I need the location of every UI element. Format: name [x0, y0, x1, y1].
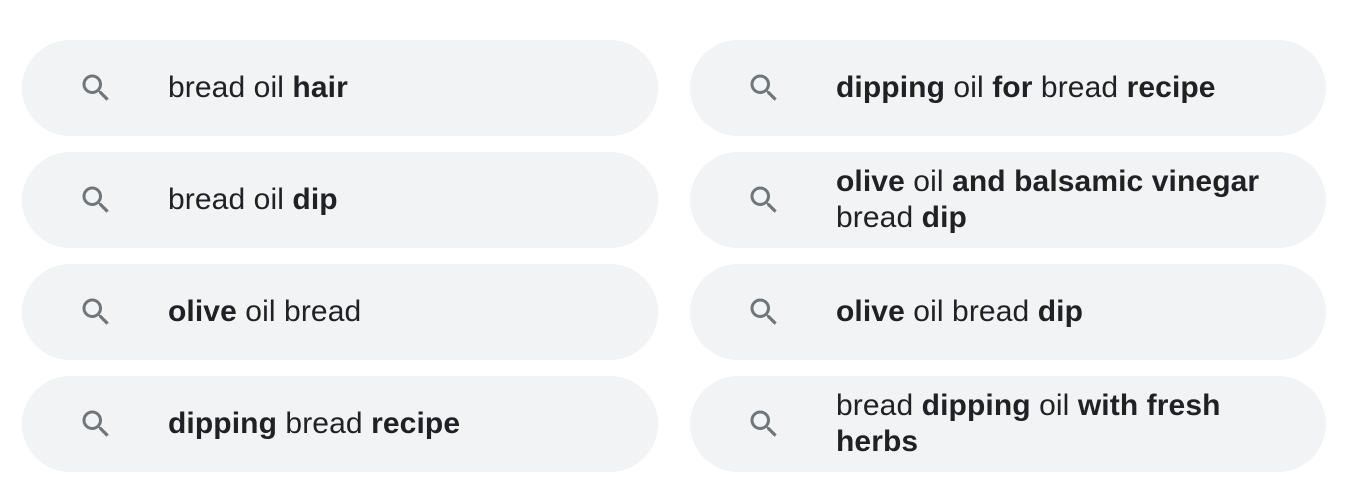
related-search-chip-8[interactable]: bread dipping oil with fresh herbs: [690, 376, 1326, 472]
bold-term: dipping: [168, 407, 277, 440]
search-icon: [22, 294, 168, 330]
plain-term: bread oil: [168, 183, 293, 216]
bold-term: olive: [836, 295, 905, 328]
related-search-label: dipping oil for bread recipe: [836, 70, 1326, 106]
search-icon: [22, 70, 168, 106]
related-search-chip-5[interactable]: olive oil bread: [22, 264, 658, 360]
plain-term: bread: [1032, 71, 1127, 104]
related-search-label: bread dipping oil with fresh herbs: [836, 388, 1326, 460]
bold-term: hair: [292, 71, 348, 104]
related-search-chip-1[interactable]: bread oil hair: [22, 40, 658, 136]
related-search-chip-7[interactable]: dipping bread recipe: [22, 376, 658, 472]
bold-term: dip: [921, 201, 967, 234]
bold-term: olive: [168, 295, 237, 328]
related-search-chip-3[interactable]: bread oil dip: [22, 152, 658, 248]
related-search-chip-4[interactable]: olive oil and balsamic vinegar bread dip: [690, 152, 1326, 248]
plain-term: oil bread: [904, 295, 1038, 328]
related-search-chip-2[interactable]: dipping oil for bread recipe: [690, 40, 1326, 136]
related-search-label: dipping bread recipe: [168, 406, 658, 442]
related-searches-grid: bread oil hair dipping oil for bread rec…: [22, 40, 1326, 472]
bold-term: and balsamic vinegar: [952, 165, 1260, 198]
search-icon: [22, 182, 168, 218]
search-icon: [690, 406, 836, 442]
related-search-label: bread oil dip: [168, 182, 658, 218]
plain-term: oil bread: [236, 295, 362, 328]
related-search-label: olive oil bread dip: [836, 294, 1326, 330]
bold-term: olive: [836, 165, 905, 198]
bold-term: recipe: [371, 407, 461, 440]
bold-term: dip: [292, 183, 338, 216]
bold-term: dipping: [921, 389, 1031, 422]
plain-term: bread: [277, 407, 372, 440]
bold-term: for: [992, 71, 1033, 104]
plain-term: bread: [836, 201, 922, 234]
bold-term: recipe: [1126, 71, 1216, 104]
bold-term: dip: [1037, 295, 1084, 328]
related-search-label: olive oil and balsamic vinegar bread dip: [836, 164, 1326, 236]
search-icon: [690, 294, 836, 330]
plain-term: oil: [1030, 389, 1078, 422]
search-icon: [690, 70, 836, 106]
related-search-label: olive oil bread: [168, 294, 658, 330]
plain-term: oil: [904, 165, 953, 198]
plain-term: bread oil: [168, 71, 293, 104]
search-icon: [690, 182, 836, 218]
related-search-chip-6[interactable]: olive oil bread dip: [690, 264, 1326, 360]
search-icon: [22, 406, 168, 442]
plain-term: oil: [945, 71, 993, 104]
plain-term: bread: [836, 389, 922, 422]
bold-term: dipping: [836, 71, 945, 104]
related-search-label: bread oil hair: [168, 70, 658, 106]
